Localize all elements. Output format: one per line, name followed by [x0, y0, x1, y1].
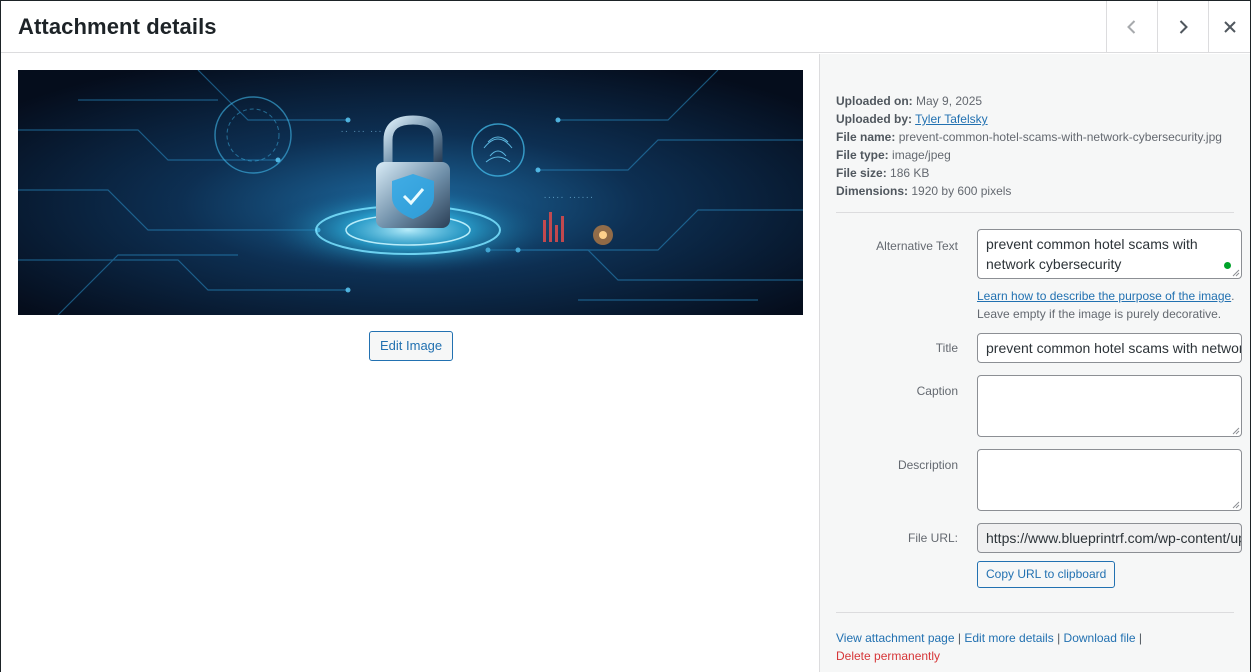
- divider: [836, 212, 1234, 213]
- file-url-label: File URL:: [907, 531, 958, 545]
- uploaded-by-label: Uploaded by:: [836, 112, 913, 126]
- cybersecurity-padlock-image: ·· ··· ··· ····· ······: [18, 70, 803, 315]
- media-preview-pane: ·· ··· ··· ····· ······ Edit Image: [1, 54, 819, 672]
- next-attachment-button[interactable]: [1157, 1, 1208, 53]
- file-type-label: File type:: [836, 148, 889, 162]
- status-dot-icon: [1224, 262, 1231, 269]
- caption-field[interactable]: [977, 375, 1242, 437]
- file-name-value: prevent-common-hotel-scams-with-network-…: [898, 130, 1222, 144]
- dimensions-label: Dimensions:: [836, 184, 909, 198]
- attachment-actions: View attachment page | Edit more details…: [836, 629, 1142, 665]
- caption-label: Caption: [916, 384, 958, 398]
- file-type-value: image/jpeg: [892, 148, 951, 162]
- close-icon: [1223, 21, 1236, 33]
- file-type-row: File type: image/jpeg: [836, 146, 1222, 164]
- svg-text:·· ··· ···: ·· ··· ···: [340, 128, 382, 136]
- file-size-value: 186 KB: [890, 166, 930, 180]
- divider: [836, 612, 1234, 613]
- attachment-image: ·· ··· ··· ····· ······: [18, 70, 803, 315]
- chevron-right-icon: [1179, 20, 1188, 34]
- chevron-left-icon: [1127, 20, 1136, 34]
- file-size-row: File size: 186 KB: [836, 164, 1222, 182]
- download-file-link[interactable]: Download file: [1064, 631, 1136, 645]
- action-separator: |: [957, 631, 961, 645]
- uploaded-by-row: Uploaded by: Tyler Tafelsky: [836, 110, 1222, 128]
- alt-text-label: Alternative Text: [876, 239, 958, 253]
- delete-permanently-link[interactable]: Delete permanently: [836, 649, 940, 663]
- modal-header: Attachment details: [1, 1, 1250, 53]
- previous-attachment-button[interactable]: [1106, 1, 1157, 53]
- resize-grip-icon[interactable]: [1232, 501, 1240, 509]
- copy-url-button[interactable]: Copy URL to clipboard: [977, 561, 1116, 588]
- modal-title: Attachment details: [18, 14, 217, 39]
- title-field[interactable]: prevent common hotel scams with network …: [977, 333, 1242, 363]
- alt-text-field[interactable]: prevent common hotel scams with network …: [977, 229, 1242, 279]
- alt-text-help-note: Leave empty if the image is purely decor…: [977, 307, 1222, 321]
- help-period: .: [1231, 289, 1235, 303]
- close-modal-button[interactable]: [1208, 1, 1250, 53]
- uploader-link[interactable]: Tyler Tafelsky: [915, 112, 987, 126]
- svg-text:····· ······: ····· ······: [543, 194, 594, 202]
- alt-text-help: Learn how to describe the purpose of the…: [977, 287, 1235, 323]
- view-attachment-page-link[interactable]: View attachment page: [836, 631, 955, 645]
- description-label: Description: [897, 458, 958, 472]
- file-name-label: File name:: [836, 130, 896, 144]
- file-name-row: File name: prevent-common-hotel-scams-wi…: [836, 128, 1222, 146]
- dimensions-value: 1920 by 600 pixels: [911, 184, 1012, 198]
- alt-text-value: prevent common hotel scams with network …: [986, 236, 1198, 272]
- action-separator: |: [1057, 631, 1061, 645]
- uploaded-on-label: Uploaded on:: [836, 94, 913, 108]
- edit-more-details-link[interactable]: Edit more details: [964, 631, 1053, 645]
- dimensions-row: Dimensions: 1920 by 600 pixels: [836, 182, 1222, 200]
- file-size-label: File size:: [836, 166, 887, 180]
- title-label: Title: [935, 341, 958, 355]
- attachment-details-modal: Attachment details ·· ··· ··· ····· ····…: [0, 0, 1251, 672]
- description-field[interactable]: [977, 449, 1242, 511]
- resize-grip-icon[interactable]: [1232, 269, 1240, 277]
- uploaded-on-row: Uploaded on: May 9, 2025: [836, 92, 1222, 110]
- edit-image-button[interactable]: Edit Image: [369, 331, 454, 361]
- file-details: Uploaded on: May 9, 2025 Uploaded by: Ty…: [836, 92, 1222, 200]
- resize-grip-icon[interactable]: [1232, 427, 1240, 435]
- uploaded-on-value: May 9, 2025: [916, 94, 983, 108]
- attachment-info-sidebar: Uploaded on: May 9, 2025 Uploaded by: Ty…: [819, 54, 1250, 672]
- alt-text-help-link[interactable]: Learn how to describe the purpose of the…: [977, 289, 1231, 303]
- action-separator: |: [1138, 631, 1143, 645]
- file-url-field[interactable]: https://www.blueprintrf.com/wp-content/u…: [977, 523, 1242, 553]
